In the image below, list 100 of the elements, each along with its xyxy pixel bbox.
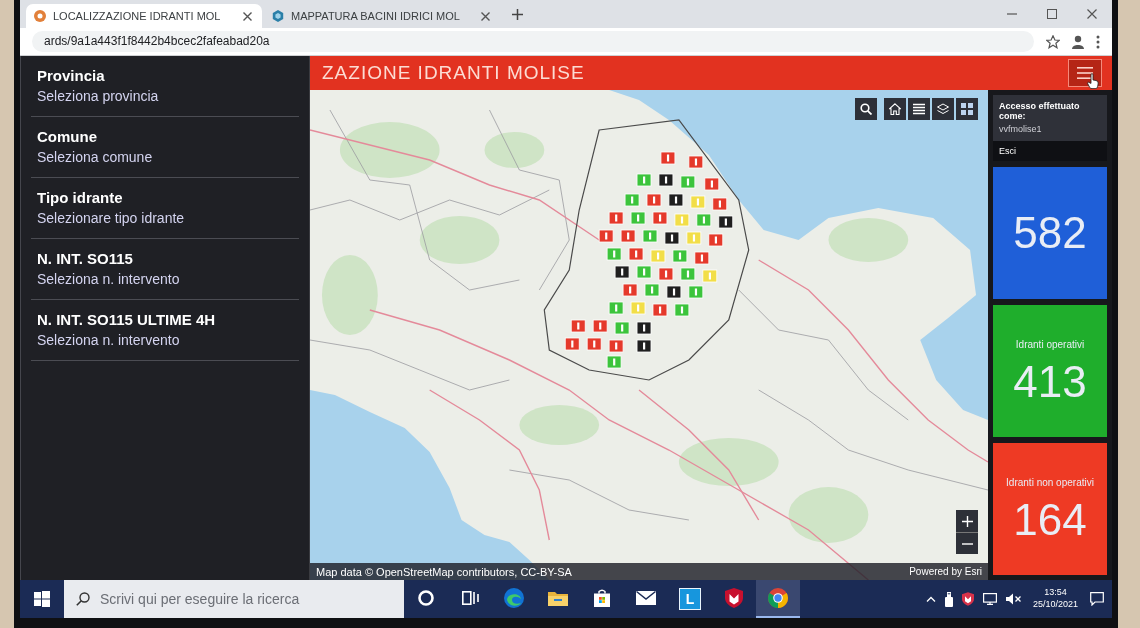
- swirl-icon: [504, 588, 524, 608]
- close-tab-button[interactable]: [240, 9, 254, 23]
- chevron-up-icon[interactable]: [925, 596, 936, 602]
- map-marker-icon: [614, 321, 630, 335]
- filter-dropdown[interactable]: Seleziona comune: [37, 149, 153, 165]
- map-attribution: Map data © OpenStreetMap contributors, CC-BY-SA: [316, 565, 572, 578]
- close-icon: [242, 11, 252, 21]
- username: vvfmolise1: [999, 124, 1043, 134]
- map-marker-icon: [564, 337, 580, 351]
- map-marker-icon: [696, 213, 712, 227]
- stat-value: 413: [1013, 359, 1087, 404]
- stat-label: Idranti non operativi: [1006, 476, 1094, 488]
- maximize-icon: [1047, 9, 1057, 19]
- speech-bubble-icon[interactable]: [1090, 592, 1104, 606]
- zoom-out-button[interactable]: [956, 532, 978, 554]
- stat-value: 164: [1013, 497, 1087, 542]
- map-marker-icon: [636, 173, 652, 187]
- minus-icon: [961, 542, 973, 545]
- map-credit: Powered by Esri: [909, 566, 982, 577]
- map-marker-icon: [652, 211, 668, 225]
- map-marker-icon: [702, 269, 718, 283]
- map-marker-icon: [664, 231, 680, 245]
- windows-logo-icon: [34, 591, 50, 607]
- map-marker-icon: [608, 211, 624, 225]
- map-marker-icon: [712, 197, 728, 211]
- grid-icon: [961, 103, 973, 115]
- search-button[interactable]: [855, 98, 877, 120]
- map-marker-icon: [686, 231, 702, 245]
- map-marker-icon: [630, 211, 646, 225]
- legend-button[interactable]: [908, 98, 930, 120]
- logout-button[interactable]: Esci: [993, 141, 1107, 161]
- map-marker-icon: [606, 247, 622, 261]
- filter-label: N. INT. SO115: [37, 250, 133, 267]
- park-area: [484, 132, 545, 168]
- map-marker-icon: [694, 251, 710, 265]
- map-marker-icon: [688, 155, 704, 169]
- map-marker-icon: [608, 339, 624, 353]
- menu-button[interactable]: [1068, 59, 1102, 87]
- usb-stick-icon[interactable]: [944, 591, 953, 607]
- shopping-bag-icon: [593, 589, 611, 607]
- map-marker-icon: [570, 319, 586, 333]
- map-marker-icon: [708, 233, 724, 247]
- map-marker-icon: [652, 303, 668, 317]
- folder-icon: [548, 590, 568, 606]
- envelope-icon: [636, 591, 656, 605]
- map-marker-icon: [650, 249, 666, 263]
- map-marker-icon: [690, 195, 706, 209]
- map-marker-icon: [628, 247, 644, 261]
- task-view-icon: [461, 591, 479, 605]
- map-marker-icon: [636, 265, 652, 279]
- list-icon: [913, 103, 925, 115]
- login-caption: Accesso effettuato come:: [999, 101, 1081, 121]
- filter-dropdown[interactable]: Selezionare tipo idrante: [37, 210, 185, 226]
- map-marker-icon: [636, 339, 652, 353]
- address-field[interactable]: ards/9a1a443f1f8442b4bcec2fafeabad20a: [32, 31, 1034, 52]
- map-marker-icon: [642, 229, 658, 243]
- search-field[interactable]: Scrivi qui per eseguire la ricerca: [64, 580, 404, 618]
- filter-dropdown[interactable]: Seleziona n. intervento: [37, 271, 180, 287]
- filter-label: Comune: [37, 128, 97, 145]
- more-icon: [1096, 34, 1100, 49]
- home-button[interactable]: [884, 98, 906, 120]
- circle-icon: [418, 590, 434, 606]
- tricolor-ring-icon: [768, 588, 788, 608]
- map-marker-icon: [614, 265, 630, 279]
- map-marker-icon: [660, 151, 676, 165]
- map-marker-icon: [672, 249, 688, 263]
- favicon-icon: [34, 10, 46, 22]
- hexagon-icon: [272, 10, 284, 22]
- map-marker-icon: [704, 177, 720, 191]
- map-marker-icon: [624, 193, 640, 207]
- map-marker-icon: [688, 285, 704, 299]
- filter-dropdown[interactable]: Seleziona n. intervento: [37, 332, 180, 348]
- close-tab-button[interactable]: [478, 9, 492, 23]
- shield-icon[interactable]: [961, 592, 974, 606]
- map-marker-icon: [674, 303, 690, 317]
- map-marker-icon: [680, 267, 696, 281]
- muted-speaker-icon[interactable]: [1005, 593, 1021, 605]
- shield-icon: [725, 588, 743, 608]
- app-title: ZAZIONE IDRANTI MOLISE: [322, 62, 585, 84]
- basemap-button[interactable]: [956, 98, 978, 120]
- map-marker-icon: [658, 267, 674, 281]
- map-marker-icon: [620, 229, 636, 243]
- bookmark-button[interactable]: [1046, 34, 1060, 49]
- home-icon: [889, 103, 901, 115]
- browser-menu-button[interactable]: [1096, 34, 1100, 49]
- plus-icon: [511, 8, 523, 20]
- zoom-in-button[interactable]: [956, 510, 978, 532]
- layers-button[interactable]: [932, 98, 954, 120]
- map-marker-icon: [586, 337, 602, 351]
- browser-tab[interactable]: MAPPATURA BACINI IDRICI MOL: [264, 4, 500, 28]
- clock[interactable]: 13:54 25/10/2021: [1029, 587, 1081, 611]
- map-marker-icon: [680, 175, 696, 189]
- map-marker-icon: [608, 301, 624, 315]
- map-marker-icon: [646, 193, 662, 207]
- filter-dropdown[interactable]: Seleziona provincia: [37, 88, 159, 104]
- profile-button[interactable]: [1072, 34, 1084, 49]
- star-icon: [1046, 34, 1060, 49]
- browser-tab[interactable]: LOCALIZZAZIONE IDRANTI MOL: [26, 4, 262, 28]
- map-marker-icon: [666, 285, 682, 299]
- monitor-icon[interactable]: [982, 593, 997, 605]
